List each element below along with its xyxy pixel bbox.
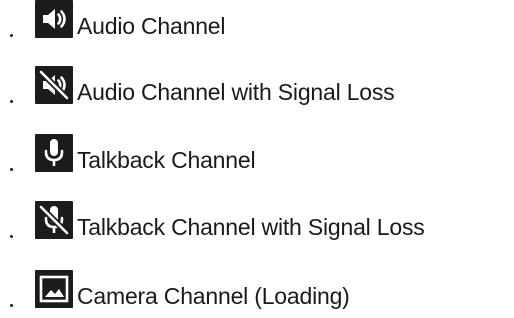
channel-legend-list: Audio Channel Audio Channel with Signal … (0, 0, 514, 318)
bullet (10, 304, 13, 307)
bullet (10, 168, 13, 171)
legend-label: Talkback Channel (77, 147, 256, 173)
image-icon (35, 270, 73, 308)
bullet (10, 235, 13, 238)
speaker-icon (35, 0, 73, 38)
legend-item-talkback-channel-signal-loss: Talkback Channel with Signal Loss (0, 201, 514, 241)
legend-item-talkback-channel: Talkback Channel (0, 134, 514, 174)
legend-label: Talkback Channel with Signal Loss (77, 214, 425, 240)
microphone-muted-icon (35, 201, 73, 239)
legend-label: Audio Channel (77, 13, 226, 39)
speaker-muted-icon (35, 66, 73, 104)
legend-label: Audio Channel with Signal Loss (77, 79, 395, 105)
legend-item-camera-channel-loading: Camera Channel (Loading) (0, 270, 514, 310)
legend-label: Camera Channel (Loading) (77, 283, 350, 309)
microphone-icon (35, 134, 73, 172)
bullet (10, 34, 13, 37)
bullet (10, 100, 13, 103)
legend-item-audio-channel: Audio Channel (0, 0, 514, 40)
legend-item-audio-channel-signal-loss: Audio Channel with Signal Loss (0, 66, 514, 106)
